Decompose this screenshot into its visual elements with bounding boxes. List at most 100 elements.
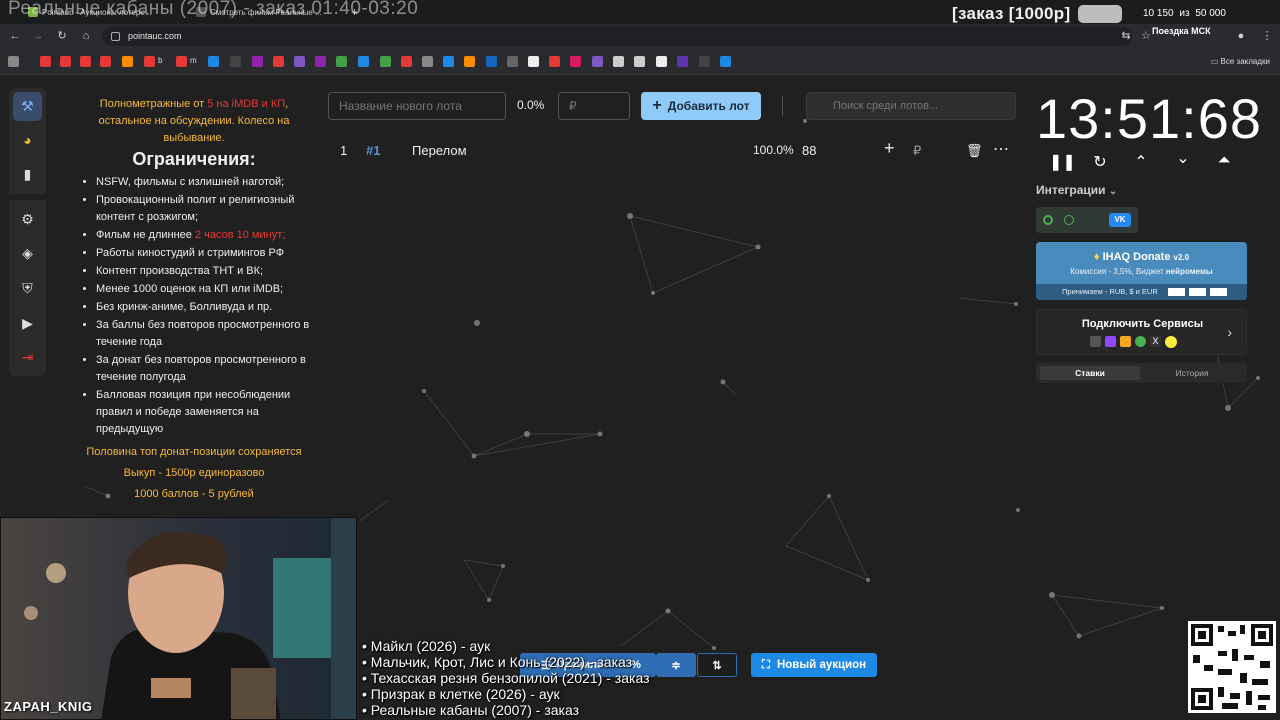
forward-arrow-icon[interactable]: → — [31, 29, 45, 43]
mail-bookmark-icon[interactable] — [122, 56, 133, 67]
gavel-icon[interactable]: ⚒ — [13, 92, 42, 121]
chevron-right-icon: › — [1227, 324, 1232, 340]
bookmark-icon[interactable] — [464, 56, 475, 67]
trash-icon[interactable]: 🗑 — [966, 143, 983, 159]
new-auction-icon: ⛶ — [761, 658, 770, 671]
connect-services-card[interactable]: Подключить Сервисы X › — [1036, 309, 1247, 355]
bookmark-icon[interactable] — [273, 56, 284, 67]
bookmark-icon[interactable] — [656, 56, 667, 67]
bookmark-icon[interactable] — [358, 56, 369, 67]
order-badge: [заказ [1000р] — [952, 4, 1071, 23]
bookmark-icon[interactable] — [315, 56, 326, 67]
bookmark-icon[interactable] — [592, 56, 603, 67]
bookmark-icon[interactable] — [380, 56, 391, 67]
bookmark-label[interactable]: b — [158, 56, 162, 65]
video-icon[interactable]: ▶ — [13, 309, 42, 338]
tab-bets[interactable]: Ставки — [1040, 366, 1140, 380]
add-amount-plus-icon[interactable]: + — [884, 138, 895, 159]
bookmark-icon[interactable] — [336, 56, 347, 67]
rule-item: За донат без повторов просмотренного в т… — [96, 352, 310, 386]
vk-bookmark-icon[interactable] — [486, 56, 497, 67]
lot-amount[interactable]: 88 — [802, 143, 816, 158]
bookmark-icon[interactable] — [613, 56, 624, 67]
pause-icon[interactable]: ❚❚ — [1049, 152, 1076, 172]
lot-search-input[interactable] — [806, 92, 1016, 120]
screen: Pointauc - Аукционы лотере... Смотреть ф… — [0, 0, 1280, 720]
bookmark-icon[interactable] — [294, 56, 305, 67]
bookmark-icon[interactable] — [528, 56, 539, 67]
youtube-bookmark-icon[interactable] — [60, 56, 71, 67]
bookmark-icon[interactable] — [570, 56, 581, 67]
donate-title-text: IHAQ Donate — [1102, 251, 1171, 263]
donate-version: v2.0 — [1173, 253, 1190, 262]
gmail-bookmark-icon[interactable] — [176, 56, 187, 67]
donationalerts-icon — [1090, 336, 1101, 347]
bookmark-icon[interactable] — [549, 56, 560, 67]
wheel-icon[interactable]: ◕ — [13, 126, 42, 155]
vk-icon[interactable]: VK — [1109, 213, 1131, 227]
streamer-name: ZAPAH_KNIG — [4, 699, 93, 714]
rules-panel: Полнометражные от 5 на iMDB и КП, осталь… — [78, 96, 310, 507]
site-info-icon[interactable] — [111, 32, 120, 41]
new-auction-button[interactable]: ⛶ Новый аукцион — [751, 653, 877, 677]
back-arrow-icon[interactable]: ← — [8, 29, 22, 43]
refresh-icon[interactable] — [1064, 215, 1074, 225]
chevron-up-icon[interactable]: ⌃ — [1131, 152, 1151, 172]
rules-intro-text: Полнометражные от — [99, 98, 208, 110]
double-chevron-up-icon[interactable]: ⏶ — [1214, 152, 1234, 170]
gmail-bookmark-icon[interactable] — [144, 56, 155, 67]
goal-title: Поездка МСК — [1152, 26, 1211, 36]
add-lot-button[interactable]: + Добавить лот — [641, 92, 761, 120]
lot-row[interactable]: 1 #1 Перелом 100.0% 88 + ₽ 🗑 ⋯ — [328, 136, 1018, 164]
history-item: • Призрак в клетке (2026) - аук — [362, 686, 560, 702]
donate-logo-icon: ♦ — [1093, 251, 1103, 263]
lot-name[interactable]: Перелом — [412, 143, 467, 158]
layers-icon[interactable]: ◈ — [13, 239, 42, 268]
translate-icon[interactable]: ⇆ — [1119, 29, 1133, 43]
apps-grid-icon[interactable] — [8, 56, 19, 67]
gear-icon[interactable]: ⚙ — [13, 205, 42, 234]
ihaq-donate-banner[interactable]: ♦ IHAQ Donate v2.0 Комиссия - 3,5%, Видж… — [1036, 242, 1247, 300]
bookmark-icon[interactable] — [230, 56, 241, 67]
bookmark-icon[interactable] — [252, 56, 263, 67]
mir-icon — [1188, 288, 1206, 297]
browser-menu-icon[interactable]: ⋮ — [1260, 29, 1274, 43]
bookmark-icon[interactable] — [40, 56, 51, 67]
shield-icon[interactable]: ⛨ — [13, 274, 42, 303]
bookmark-star-icon[interactable]: ☆ — [1139, 29, 1153, 43]
new-lot-name-input[interactable] — [328, 92, 506, 120]
bookmark-icon[interactable] — [443, 56, 454, 67]
bookmark-icon[interactable] — [422, 56, 433, 67]
sort-icon[interactable]: ⇅ — [697, 653, 737, 677]
service-icons: X — [1090, 336, 1177, 348]
chevron-down-icon[interactable]: ⌄ — [1173, 148, 1193, 168]
bookmark-icon[interactable] — [699, 56, 710, 67]
bookmark-icon[interactable] — [507, 56, 518, 67]
logout-icon[interactable]: ⇥ — [13, 343, 42, 372]
goal-current: 10 150 — [1143, 8, 1174, 19]
split-icon[interactable]: ≑ — [656, 653, 696, 677]
tab-history[interactable]: История — [1142, 366, 1242, 380]
home-icon[interactable]: ⌂ — [79, 29, 93, 43]
lot-currency[interactable]: ₽ — [913, 143, 921, 159]
lot-id: #1 — [366, 143, 381, 158]
bookmark-icon[interactable] — [634, 56, 645, 67]
status-dot-icon[interactable] — [1043, 215, 1053, 225]
all-bookmarks-link[interactable]: ▭ Все закладки — [1211, 57, 1270, 66]
reset-icon[interactable]: ↻ — [1090, 152, 1110, 172]
address-bar[interactable]: pointauc.com — [102, 27, 1132, 46]
bookmark-icon[interactable] — [677, 56, 688, 67]
reload-icon[interactable]: ↻ — [55, 29, 69, 43]
profile-icon[interactable]: ● — [1234, 29, 1248, 43]
youtube-bookmark-icon[interactable] — [100, 56, 111, 67]
bookmark-icon[interactable] — [208, 56, 219, 67]
stats-icon[interactable]: ▮ — [13, 160, 42, 189]
youtube-bookmark-icon[interactable] — [80, 56, 91, 67]
bookmark-label[interactable]: m — [190, 56, 197, 65]
donate-accept-text: Принимаем - RUB, $ и EUR — [1062, 287, 1158, 296]
more-icon[interactable]: ⋯ — [993, 139, 1009, 159]
bookmark-icon[interactable] — [401, 56, 412, 67]
new-lot-amount-input[interactable] — [558, 92, 630, 120]
bookmark-icon[interactable] — [720, 56, 731, 67]
integrations-toggle[interactable]: Интеграции ⌄ — [1036, 183, 1117, 197]
